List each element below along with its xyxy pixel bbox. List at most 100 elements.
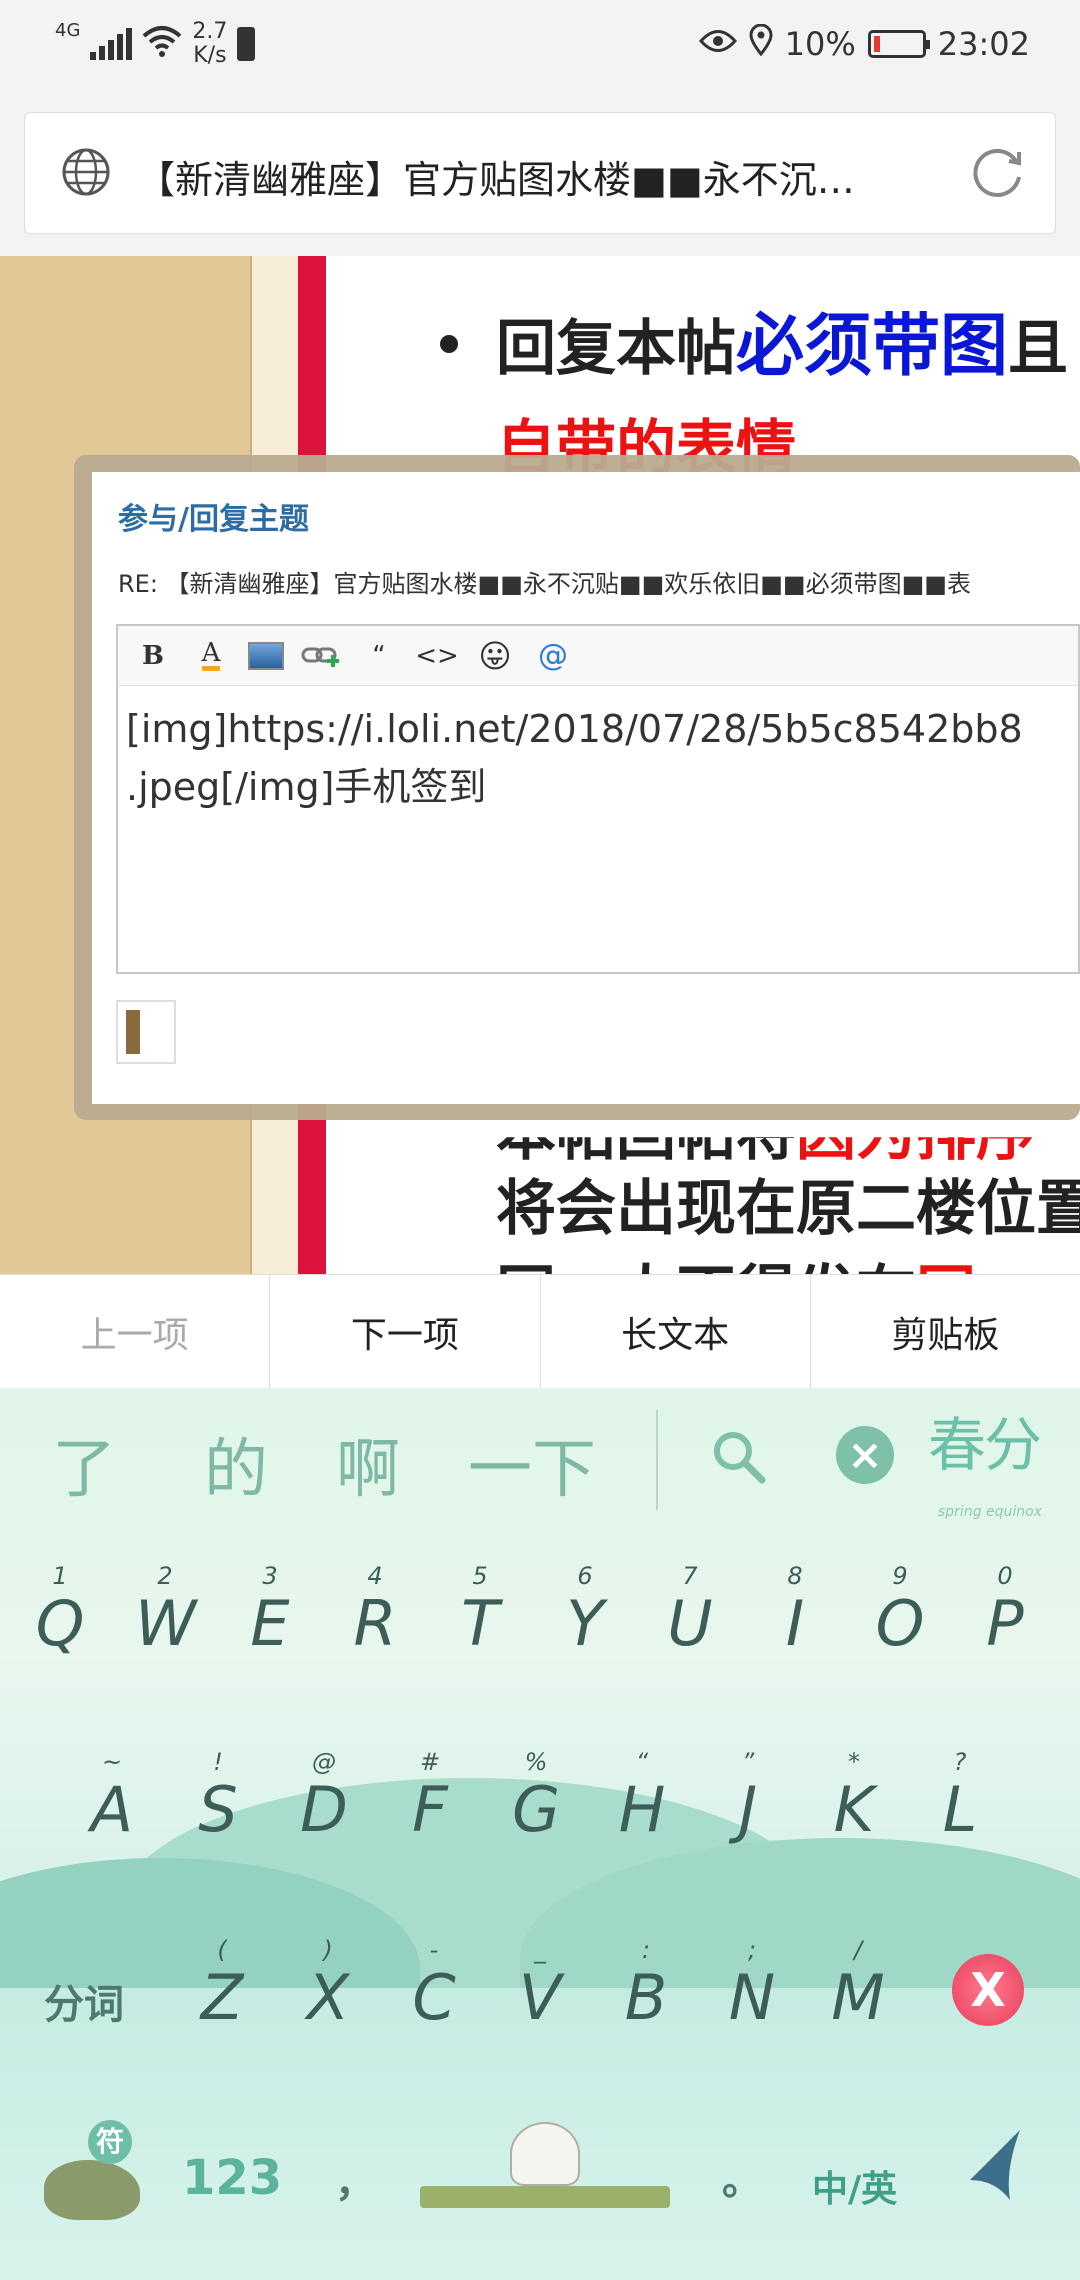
wifi-icon <box>142 24 182 64</box>
key-label: Y <box>566 1587 604 1660</box>
key-label: Z <box>200 1961 244 2034</box>
key-c[interactable]: -C <box>404 1936 464 2030</box>
key-b[interactable]: :B <box>616 1936 676 2030</box>
fisherman-icon <box>510 2122 580 2186</box>
next-item-button[interactable]: 下一项 <box>270 1275 541 1388</box>
search-icon[interactable] <box>708 1426 768 1486</box>
period-key[interactable]: 。 <box>722 2148 762 2206</box>
key-f[interactable]: # F <box>400 1748 460 1842</box>
eye-icon <box>698 27 737 62</box>
key-e[interactable]: 3E <box>240 1562 300 1656</box>
key-label: V <box>518 1961 562 2034</box>
key-label: N <box>728 1961 776 2034</box>
input-helper-bar: 上一项 下一项 长文本 剪贴板 <box>0 1274 1080 1388</box>
symbol-key[interactable]: 符 <box>44 2120 144 2230</box>
battery-warning-icon <box>237 27 256 61</box>
space-key[interactable] <box>420 2110 670 2210</box>
segment-key[interactable]: 分词 <box>44 1972 124 2030</box>
key-label: B <box>624 1961 668 2034</box>
language-switch-key[interactable]: 中/英 <box>812 2160 897 2212</box>
key-s[interactable]: ! S <box>188 1748 248 1842</box>
key-label: Q <box>35 1587 85 1660</box>
delete-key[interactable]: X <box>952 1954 1024 2026</box>
key-q[interactable]: 1Q <box>30 1562 90 1656</box>
key-label: A <box>90 1773 134 1846</box>
key-n[interactable]: ; N <box>722 1936 782 2030</box>
key-j[interactable]: ” J <box>718 1748 778 1842</box>
key-g[interactable]: % G <box>506 1748 566 1842</box>
key-i[interactable]: 8I <box>765 1562 825 1656</box>
page-title[interactable]: 【新清幽雅座】官方贴图水楼■■永不沉… <box>137 149 957 204</box>
bullet <box>440 335 458 353</box>
key-x[interactable]: ) X <box>298 1936 358 2030</box>
key-label: H <box>618 1773 666 1846</box>
key-label: L <box>942 1773 978 1846</box>
speed-value: 2.7 <box>192 19 228 44</box>
key-w[interactable]: 2W <box>135 1562 196 1656</box>
bold-icon[interactable]: B <box>132 635 174 677</box>
key-label: X <box>306 1961 350 2034</box>
reload-icon[interactable] <box>969 143 1027 201</box>
key-y[interactable]: 6Y <box>555 1562 615 1656</box>
key-k[interactable]: * K <box>824 1748 884 1842</box>
mention-icon[interactable]: @ <box>532 635 574 677</box>
key-label: F <box>412 1773 448 1846</box>
long-text-button[interactable]: 长文本 <box>541 1275 811 1388</box>
candidate-2[interactable]: 的 <box>204 1418 268 1510</box>
battery-icon <box>867 30 930 58</box>
candidate-1[interactable]: 了 <box>52 1418 116 1510</box>
key-label: M <box>831 1961 885 2034</box>
code-icon[interactable]: <> <box>415 635 459 677</box>
link-icon[interactable] <box>300 635 342 677</box>
font-color-icon[interactable]: A <box>190 635 232 677</box>
editor-textarea[interactable]: [img]https://i.loli.net/2018/07/28/5b5c8… <box>118 686 1078 830</box>
key-v[interactable]: _ V <box>510 1936 570 2030</box>
candidate-4[interactable]: 一下 <box>468 1418 596 1510</box>
close-keyboard-icon[interactable]: × <box>836 1426 894 1484</box>
signal-icon <box>90 28 133 60</box>
theme-subtitle: spring equinox <box>938 1504 1043 1520</box>
key-o[interactable]: 9O <box>870 1562 930 1656</box>
key-label: D <box>300 1773 348 1846</box>
image-icon[interactable] <box>248 641 284 670</box>
reply-subject[interactable]: RE: 【新清幽雅座】官方贴图水楼■■永不沉贴■■欢乐依旧■■必须带图■■表 <box>118 564 971 599</box>
key-z[interactable]: (Z <box>192 1936 252 2030</box>
key-label: C <box>412 1961 456 2034</box>
key-label: K <box>833 1773 875 1846</box>
comma-key[interactable]: ， <box>335 2150 375 2208</box>
speed-unit: K/s <box>193 43 227 68</box>
key-u[interactable]: 7U <box>660 1562 720 1656</box>
key-h[interactable]: “H <box>612 1748 672 1842</box>
location-icon <box>749 23 773 64</box>
key-l[interactable]: ? L <box>930 1748 990 1842</box>
key-label: S <box>198 1773 238 1846</box>
number-key[interactable]: 123 <box>182 2150 282 2206</box>
key-label: O <box>875 1587 925 1660</box>
battery-percent: 10% <box>784 25 856 63</box>
key-t[interactable]: 5T <box>450 1562 510 1656</box>
key-r[interactable]: 4R <box>345 1562 405 1656</box>
reply-dialog: 参与/回复主题 RE: 【新清幽雅座】官方贴图水楼■■永不沉贴■■欢乐依旧■■必… <box>92 472 1080 1104</box>
dialog-title: 参与/回复主题 <box>118 502 309 537</box>
reply-editor[interactable]: B A “ <> 😛 @ [img]https://i.loli.net/201… <box>116 624 1080 974</box>
key-d[interactable]: @ D <box>294 1748 354 1842</box>
key-label: E <box>250 1587 290 1660</box>
emoji-icon[interactable]: 😛 <box>474 635 516 677</box>
key-label: J <box>738 1773 758 1846</box>
clipboard-button[interactable]: 剪贴板 <box>811 1275 1080 1388</box>
previous-item-button[interactable]: 上一项 <box>0 1275 271 1388</box>
key-label: T <box>461 1587 499 1660</box>
quote-icon[interactable]: “ <box>358 635 400 677</box>
symbol-label: 符 <box>88 2120 132 2164</box>
dialog-button[interactable] <box>116 1000 176 1064</box>
network-type: 4G <box>55 19 81 41</box>
clock: 23:02 <box>937 25 1030 63</box>
key-p[interactable]: 0P <box>975 1562 1035 1656</box>
candidate-3[interactable]: 啊 <box>336 1418 400 1510</box>
editor-toolbar: B A “ <> 😛 @ <box>118 626 1078 686</box>
url-bar[interactable]: 【新清幽雅座】官方贴图水楼■■永不沉… <box>24 112 1056 234</box>
key-label: P <box>986 1587 1024 1660</box>
key-a[interactable]: ~ A <box>82 1748 142 1842</box>
key-label: G <box>511 1773 561 1846</box>
key-m[interactable]: / M <box>828 1936 888 2030</box>
